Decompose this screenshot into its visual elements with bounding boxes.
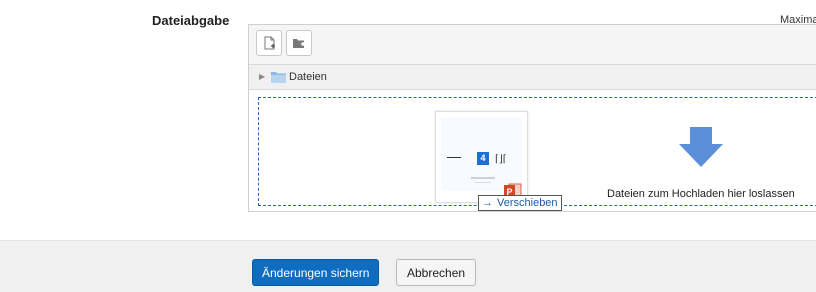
create-folder-icon	[293, 39, 305, 48]
field-label: Dateiabgabe	[152, 13, 230, 28]
dragged-file-thumbnail[interactable]: 4 ⌈⌋⌈ P	[435, 111, 528, 203]
path-label[interactable]: Dateien	[289, 71, 327, 83]
slide-preview: 4 ⌈⌋⌈	[441, 117, 522, 191]
down-arrow-icon	[679, 127, 723, 167]
slide-glyph: ⌈⌋⌈	[495, 154, 507, 165]
drag-move-tooltip: → Verschieben	[478, 195, 562, 211]
file-dropzone[interactable]: 4 ⌈⌋⌈ P Dateien zum Hochladen hier losla…	[258, 97, 816, 206]
slide-number-badge: 4	[477, 152, 489, 165]
expand-triangle-icon[interactable]: ▶	[259, 72, 265, 81]
slide-caption-line	[471, 177, 495, 179]
add-file-icon	[264, 36, 275, 50]
filepicker-content: 4 ⌈⌋⌈ P Dateien zum Hochladen hier losla…	[249, 90, 816, 211]
arrow-right-icon: →	[482, 197, 493, 209]
slide-line	[447, 157, 461, 158]
filepicker-toolbar	[249, 25, 816, 64]
folder-icon	[271, 72, 286, 83]
slide-caption-line	[475, 182, 491, 183]
save-changes-button[interactable]: Änderungen sichern	[252, 259, 380, 286]
filepicker: ▶ Dateien 4 ⌈⌋⌈ P Dateien zum Hochladen …	[248, 24, 816, 212]
dropzone-text: Dateien zum Hochladen hier loslassen	[607, 188, 795, 200]
drag-move-label: Verschieben	[497, 197, 558, 209]
filepicker-path-bar: ▶ Dateien	[249, 64, 816, 90]
create-folder-button[interactable]	[286, 30, 312, 56]
add-file-button[interactable]	[256, 30, 282, 56]
form-footer: Änderungen sichern Abbrechen	[0, 240, 816, 292]
cancel-button[interactable]: Abbrechen	[396, 259, 477, 286]
